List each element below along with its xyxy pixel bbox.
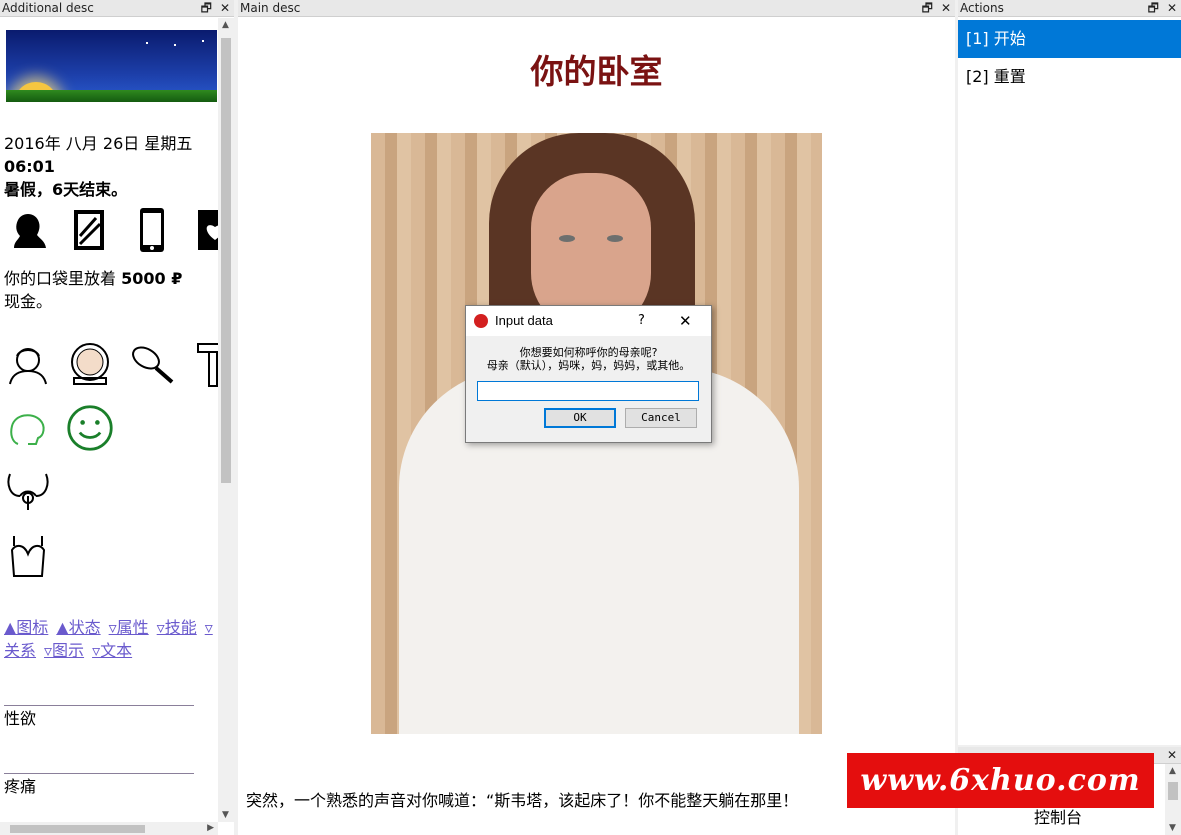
- status-icons-row-2: [4, 340, 218, 388]
- money-prefix: 你的口袋里放着: [4, 269, 122, 288]
- close-icon[interactable]: ✕: [679, 306, 692, 336]
- link-text[interactable]: ▿文本: [92, 641, 132, 660]
- bra-icon[interactable]: [4, 532, 52, 580]
- compact-mirror-icon[interactable]: [66, 340, 114, 388]
- money-amount: 5000 ₽: [121, 269, 183, 288]
- razor-icon[interactable]: [190, 340, 218, 388]
- input-data-dialog: Input data ? ✕ 你想要如何称呼你的母亲呢? 母亲（默认），妈咪，妈…: [465, 305, 712, 443]
- dialog-options: 母亲（默认），妈咪，妈，妈妈，或其他。: [486, 359, 691, 372]
- close-icon[interactable]: ✕: [1167, 748, 1177, 762]
- link-attributes[interactable]: ▿属性: [109, 618, 149, 637]
- status-icons-row-1: [4, 206, 218, 254]
- stat-libido-label: 性欲: [4, 709, 37, 728]
- panel-title: Additional desc: [2, 1, 94, 15]
- section-links: ▲图标 ▲状态 ▿属性 ▿技能 ▿关系 ▿图示 ▿文本: [4, 616, 214, 662]
- book-heart-icon[interactable]: [190, 206, 218, 254]
- dialog-question: 你想要如何称呼你的母亲呢?: [519, 346, 658, 359]
- ok-button[interactable]: OK: [544, 408, 616, 428]
- dialog-titlebar: Input data ? ✕: [466, 306, 711, 336]
- face-wash-icon[interactable]: [4, 340, 52, 388]
- hairbrush-icon[interactable]: [128, 340, 176, 388]
- restore-icon[interactable]: 🗗: [1148, 1, 1159, 15]
- link-status[interactable]: ▲状态: [56, 618, 100, 637]
- date-text: 2016年 八月 26日 星期五: [4, 134, 193, 153]
- night-banner-image: [6, 30, 217, 102]
- brain-icon[interactable]: [4, 404, 52, 452]
- money-suffix: 现金。: [4, 292, 53, 311]
- actions-panel: Actions 🗗 ✕ [1] 开始 [2] 重置: [958, 0, 1181, 745]
- story-text: 突然，一个熟悉的声音对你喊道：“斯韦塔，该起床了！你不能整天躺在那里！: [246, 791, 799, 810]
- scroll-thumb[interactable]: [10, 825, 145, 833]
- cancel-button[interactable]: Cancel: [625, 408, 697, 428]
- action-reset[interactable]: [2] 重置: [958, 58, 1181, 96]
- close-icon[interactable]: ✕: [220, 1, 230, 15]
- link-icons[interactable]: ▲图标: [4, 618, 48, 637]
- restore-icon[interactable]: 🗗: [201, 1, 212, 15]
- left-vertical-scrollbar[interactable]: ▲ ▼: [218, 18, 234, 822]
- mirror-icon[interactable]: [66, 206, 114, 254]
- divider: [4, 705, 194, 706]
- app-logo-icon: [474, 314, 488, 328]
- time-text: 06:01: [4, 157, 55, 176]
- link-skills[interactable]: ▿技能: [157, 618, 197, 637]
- divider: [4, 773, 194, 774]
- vacation-text: 暑假，6天结束。: [4, 180, 128, 199]
- dialog-title: Input data: [495, 313, 553, 328]
- main-desc-header: Main desc 🗗 ✕: [238, 0, 955, 17]
- scroll-thumb[interactable]: [221, 38, 231, 483]
- mother-name-input[interactable]: [477, 381, 699, 401]
- left-horizontal-scrollbar[interactable]: ▶: [0, 822, 218, 835]
- console-scrollbar[interactable]: ▲ ▼: [1165, 764, 1181, 835]
- help-icon[interactable]: ?: [638, 306, 645, 336]
- additional-desc-panel: Additional desc 🗗 ✕ 2016年 八月 26日 星期五 06:0…: [0, 0, 234, 835]
- actions-header: Actions 🗗 ✕: [958, 0, 1181, 17]
- additional-desc-content: 2016年 八月 26日 星期五 06:01 暑假，6天结束。 你的口袋里放着 …: [0, 18, 218, 822]
- stat-pain-label: 疼痛: [4, 777, 37, 796]
- watermark-banner: www.6xhuo.com: [847, 753, 1154, 808]
- woman-profile-icon[interactable]: [4, 206, 52, 254]
- link-diagrams[interactable]: ▿图示: [44, 641, 84, 660]
- close-icon[interactable]: ✕: [1167, 1, 1177, 15]
- uterus-icon[interactable]: [4, 466, 52, 514]
- additional-desc-header: Additional desc 🗗 ✕: [0, 0, 234, 17]
- phone-icon[interactable]: [128, 206, 176, 254]
- dialog-message: 你想要如何称呼你的母亲呢? 母亲（默认），妈咪，妈，妈妈，或其他。: [466, 346, 711, 372]
- restore-icon[interactable]: 🗗: [922, 1, 933, 15]
- smiley-icon[interactable]: [66, 404, 114, 452]
- status-icons-row-3: [4, 404, 114, 452]
- scroll-thumb[interactable]: [1168, 782, 1178, 800]
- close-icon[interactable]: ✕: [941, 1, 951, 15]
- room-heading: 你的卧室: [530, 52, 663, 91]
- panel-title: Main desc: [240, 1, 301, 15]
- panel-title: Actions: [960, 1, 1004, 15]
- action-start[interactable]: [1] 开始: [958, 20, 1181, 58]
